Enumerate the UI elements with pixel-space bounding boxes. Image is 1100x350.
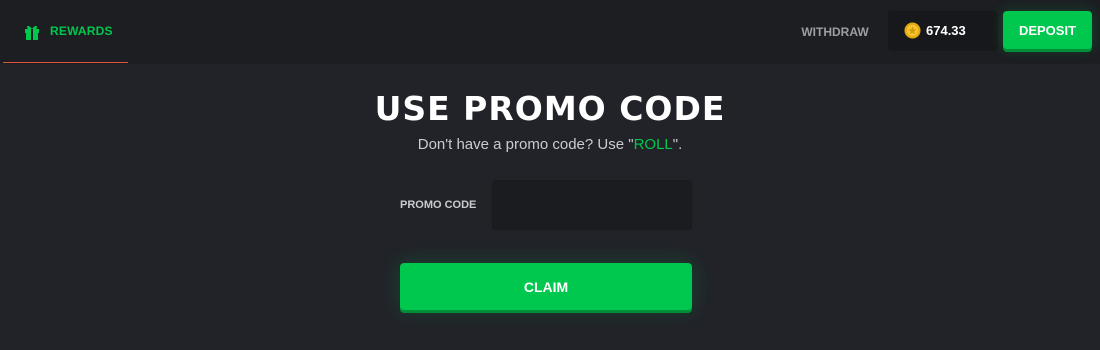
promo-hint-code: ROLL <box>633 136 673 153</box>
balance-amount: 674.33 <box>926 23 966 38</box>
withdraw-link[interactable]: WITHDRAW <box>792 22 878 42</box>
tab-rewards-label: REWARDS <box>50 24 113 38</box>
promo-hint-prefix: Don't have a promo code? Use " <box>417 136 634 153</box>
tab-rewards[interactable]: REWARDS <box>3 0 128 63</box>
promo-hint: Don't have a promo code? Use "ROLL". <box>0 136 1100 153</box>
claim-button[interactable]: CLAIM <box>400 263 692 310</box>
coin-icon <box>904 22 921 39</box>
promo-hint-suffix: ". <box>672 136 683 153</box>
balance-display: 674.33 <box>888 11 998 51</box>
deposit-button[interactable]: DEPOSIT <box>1003 11 1092 49</box>
promo-code-input[interactable] <box>492 180 692 230</box>
promo-code-label: PROMO CODE <box>400 199 477 211</box>
gift-icon <box>25 25 39 40</box>
top-navigation-bar: REWARDS WITHDRAW 674.33 DEPOSIT <box>0 0 1100 64</box>
page-title: USE PROMO CODE <box>374 89 726 128</box>
